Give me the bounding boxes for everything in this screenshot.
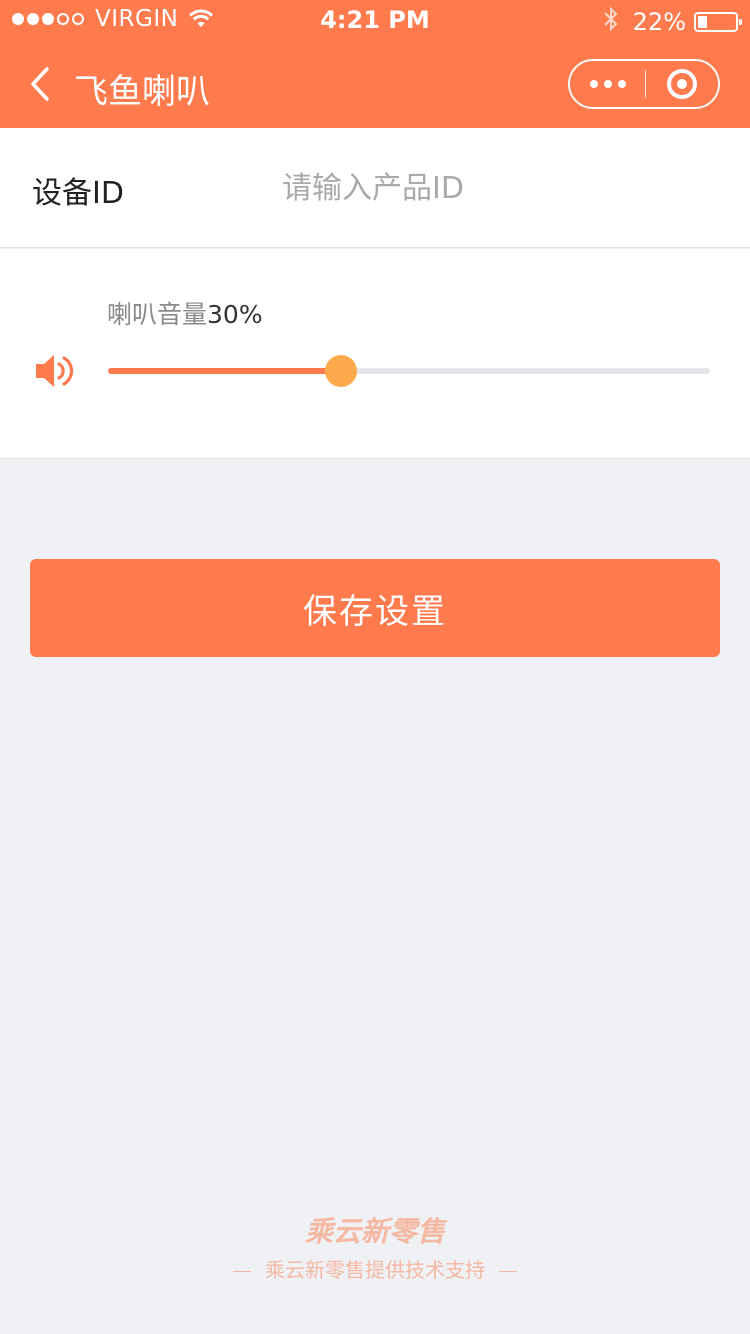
status-right: 22% xyxy=(603,6,742,38)
device-id-input[interactable] xyxy=(282,158,722,218)
save-button[interactable]: 保存设置 xyxy=(30,559,720,657)
nav-bar: 飞鱼喇叭 xyxy=(0,40,750,128)
footer-dash-right xyxy=(499,1271,517,1272)
more-button[interactable] xyxy=(570,61,645,107)
volume-label-text: 喇叭音量 xyxy=(107,300,208,329)
footer-logo: 乘云新零售 xyxy=(304,1215,445,1248)
battery-percent: 22% xyxy=(632,8,686,36)
target-close-icon xyxy=(667,69,697,99)
bluetooth-icon xyxy=(603,6,619,38)
speaker-icon xyxy=(34,351,76,395)
volume-section: 喇叭音量30% xyxy=(0,249,750,459)
more-dots-icon xyxy=(589,80,598,88)
header: VIRGIN 4:21 PM 22% 飞鱼喇叭 xyxy=(0,0,750,128)
device-id-label: 设备ID xyxy=(32,176,124,211)
volume-value: 30% xyxy=(207,300,263,329)
menu-capsule xyxy=(568,59,720,109)
footer-support: 乘云新零售提供技术支持 xyxy=(0,1254,750,1283)
footer-support-text: 乘云新零售提供技术支持 xyxy=(265,1258,485,1282)
page-title: 飞鱼喇叭 xyxy=(74,72,210,112)
volume-slider[interactable] xyxy=(108,355,710,387)
device-id-row: 设备ID xyxy=(0,128,750,248)
volume-label: 喇叭音量30% xyxy=(107,295,263,331)
volume-slider-fill xyxy=(108,368,341,374)
volume-slider-thumb[interactable] xyxy=(324,355,357,387)
footer-dash-left xyxy=(233,1271,251,1272)
back-button[interactable] xyxy=(20,60,60,108)
close-miniprogram-button[interactable] xyxy=(646,61,718,107)
chevron-left-icon xyxy=(31,67,49,101)
status-bar: VIRGIN 4:21 PM 22% xyxy=(0,0,750,40)
battery-icon xyxy=(694,12,742,32)
